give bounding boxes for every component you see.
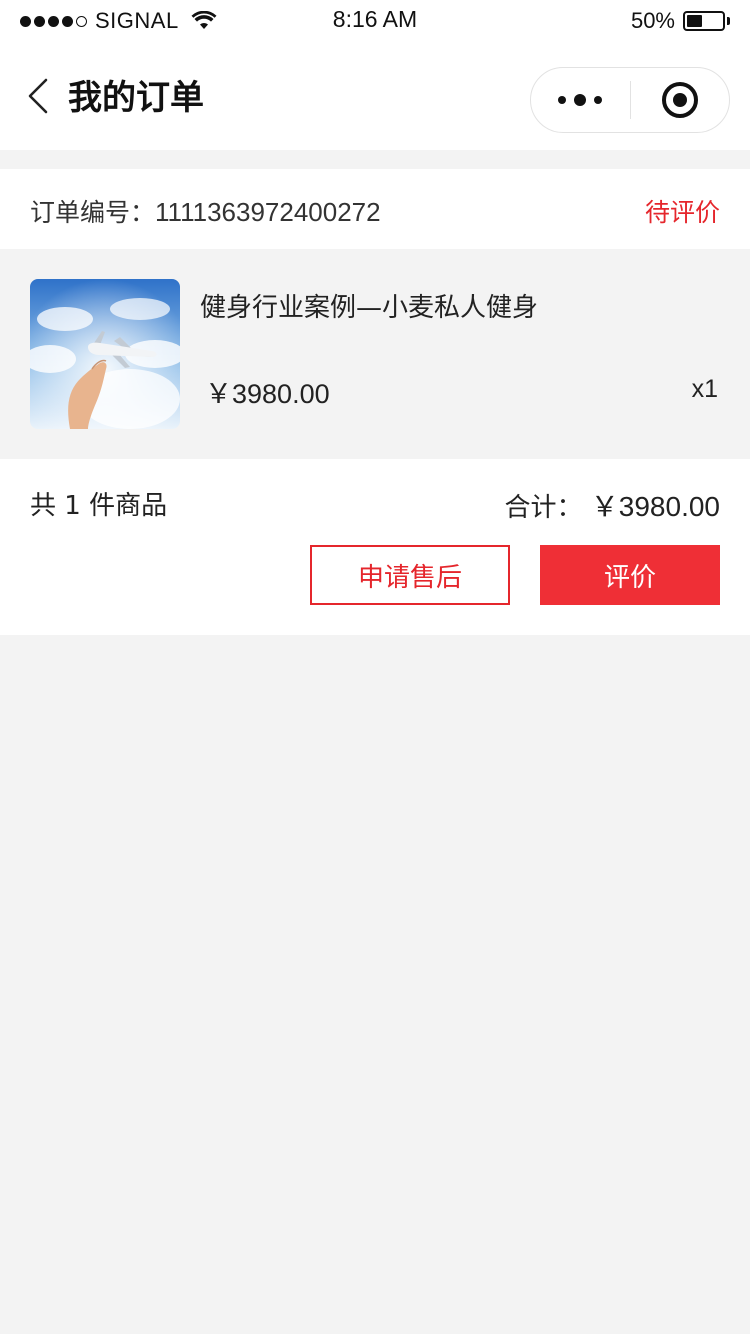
order-footer: 共 1 件商品 合计： ￥3980.00 申请售后 评价 — [0, 459, 750, 635]
product-thumbnail — [30, 279, 180, 429]
review-button[interactable]: 评价 — [540, 545, 720, 605]
product-title: 健身行业案例—小麦私人健身 — [200, 293, 539, 323]
product-item[interactable]: 健身行业案例—小麦私人健身 ￥3980.00 x1 — [0, 249, 750, 459]
apply-aftersale-button[interactable]: 申请售后 — [310, 545, 510, 605]
battery-tip — [727, 17, 730, 25]
close-button[interactable] — [631, 68, 730, 132]
status-right: 50% — [631, 8, 730, 34]
order-header: 订单编号：1111363972400272 待评价 — [0, 169, 750, 249]
order-number: 订单编号：1111363972400272 — [30, 193, 381, 229]
mini-program-capsule — [530, 67, 730, 133]
order-status-badge: 待评价 — [644, 198, 720, 227]
status-bar: SIGNAL 8:16 AM 50% — [0, 0, 750, 40]
battery-icon — [683, 11, 725, 31]
more-dots-icon — [558, 96, 567, 104]
navigation-bar: 我的订单 — [0, 40, 750, 150]
airplane-image — [30, 279, 180, 429]
more-dots-icon-center — [574, 94, 587, 106]
battery-percent: 50% — [630, 8, 675, 33]
total-label: 合计： — [504, 493, 583, 523]
page-title: 我的订单 — [68, 78, 204, 118]
order-number-label: 订单编号： — [30, 198, 156, 227]
more-dots-icon-right — [594, 96, 603, 104]
total-amount: ￥3980.00 — [590, 491, 720, 522]
product-quantity: x1 — [691, 375, 718, 403]
order-card: 订单编号：1111363972400272 待评价 健身行业案例—小麦私人健身 … — [0, 169, 750, 635]
chevron-left-icon[interactable] — [26, 78, 50, 114]
order-number-value: 1111363972400272 — [155, 197, 381, 227]
more-button[interactable] — [531, 68, 630, 132]
battery-level — [687, 15, 702, 27]
product-price: ￥3980.00 — [205, 379, 330, 409]
order-total: 合计： ￥3980.00 — [505, 485, 721, 525]
target-close-icon — [661, 82, 698, 118]
item-count: 共 1 件商品 — [30, 491, 168, 521]
